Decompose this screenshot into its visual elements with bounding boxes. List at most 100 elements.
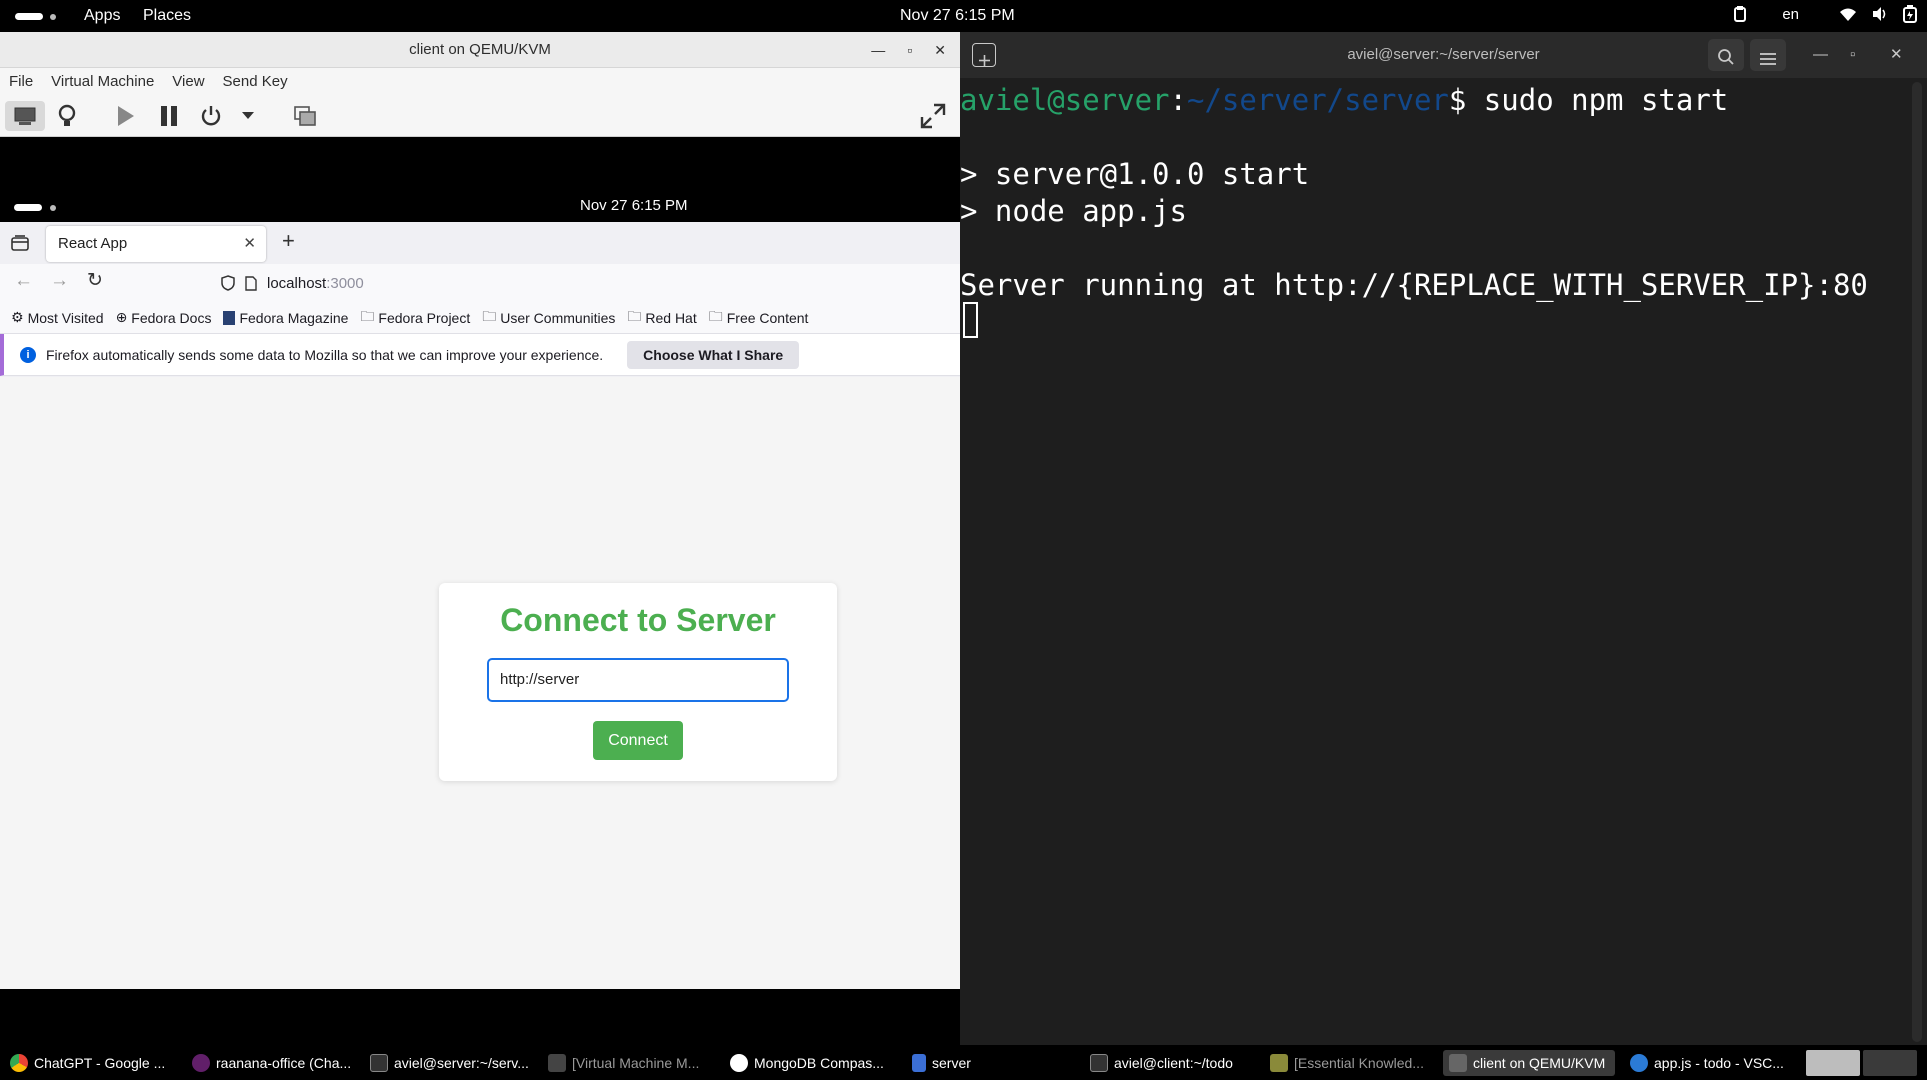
firefox-tabstrip: React App ✕ + (0, 222, 960, 264)
task-server[interactable]: server (906, 1050, 971, 1076)
clipboard-icon[interactable] (1732, 6, 1748, 22)
vm-titlebar[interactable]: client on QEMU/KVM — ▫ ✕ (0, 32, 960, 68)
task-label: aviel@client:~/todo (1114, 1055, 1233, 1071)
close-icon[interactable]: ✕ (1890, 32, 1903, 78)
maximize-icon[interactable]: ▫ (907, 32, 912, 68)
task-label: [Essential Knowled... (1294, 1055, 1424, 1071)
bookmark-fedora-magazine[interactable]: Fedora Magazine (223, 310, 348, 326)
folder-icon: 🗀 (360, 307, 375, 324)
bookmark-user-communities[interactable]: 🗀 User Communities (482, 306, 615, 330)
task-terminal-server[interactable]: aviel@server:~/serv... (364, 1050, 529, 1076)
menu-send-key[interactable]: Send Key (223, 73, 288, 90)
terminal-scrollbar[interactable] (1912, 82, 1922, 1042)
firefox-window: React App ✕ + ← → ↻ localhost:3000 ⚙ Most… (0, 222, 960, 989)
terminal-output[interactable]: aviel@server:~/server/server$ sudo npm s… (960, 82, 1868, 304)
task-label: [Virtual Machine M... (572, 1055, 700, 1071)
terminal-cursor (963, 302, 978, 338)
gear-icon: ⚙ (11, 309, 24, 325)
forward-icon[interactable]: → (50, 270, 69, 292)
firefox-view-icon[interactable] (11, 235, 29, 251)
task-notes[interactable]: [Essential Knowled... (1264, 1050, 1424, 1076)
task-vscode[interactable]: app.js - todo - VSC... (1624, 1050, 1784, 1076)
details-view-button[interactable] (52, 101, 82, 131)
virt-manager-icon (1449, 1054, 1467, 1072)
url-bar[interactable]: localhost:3000 (215, 268, 955, 298)
choose-what-i-share-button[interactable]: Choose What I Share (627, 340, 800, 369)
apps-menu[interactable]: Apps (84, 7, 120, 25)
fullscreen-button[interactable] (918, 101, 948, 131)
connect-card: Connect to Server http://server Connect (439, 583, 837, 781)
guest-activities-indicator[interactable] (14, 204, 42, 211)
shield-icon[interactable] (221, 275, 235, 291)
bookmark-label: Red Hat (645, 309, 697, 326)
bookmark-red-hat[interactable]: 🗀 Red Hat (627, 306, 696, 330)
bookmarks-toolbar: ⚙ Most Visited ⊕ Fedora Docs Fedora Magazi… (0, 302, 960, 334)
task-virt-manager[interactable]: [Virtual Machine M... (542, 1050, 699, 1076)
search-button[interactable] (1708, 39, 1744, 71)
guest-top-bar: Nov 27 6:15 PM (0, 138, 960, 222)
maximize-icon[interactable]: ▫ (1850, 32, 1855, 78)
system-tray[interactable]: en (1732, 5, 1917, 23)
guest-display[interactable]: Nov 27 6:15 PM React App ✕ + ← → ↻ local… (0, 138, 960, 1045)
server-url-input[interactable]: http://server (487, 658, 789, 702)
menu-file[interactable]: File (9, 73, 33, 90)
shutdown-menu-button[interactable] (238, 101, 258, 131)
language-indicator[interactable]: en (1782, 6, 1799, 23)
volume-icon[interactable] (1871, 6, 1889, 22)
clock[interactable]: Nov 27 6:15 PM (900, 7, 1015, 25)
bookmark-fedora-docs[interactable]: ⊕ Fedora Docs (116, 309, 212, 326)
lightbulb-icon (58, 104, 76, 126)
guest-clock[interactable]: Nov 27 6:15 PM (580, 197, 688, 214)
bookmark-most-visited[interactable]: ⚙ Most Visited (11, 309, 104, 326)
magazine-icon (223, 310, 236, 325)
guest-workspace-dot (50, 205, 56, 211)
bookmark-fedora-project[interactable]: 🗀 Fedora Project (360, 306, 470, 330)
console-view-button[interactable] (5, 101, 45, 131)
reload-icon[interactable]: ↻ (87, 269, 103, 292)
snapshots-button[interactable] (290, 101, 320, 131)
document-icon (912, 1054, 926, 1072)
connect-button[interactable]: Connect (593, 721, 683, 760)
new-tab-icon[interactable]: + (282, 228, 295, 254)
menu-button[interactable] (1750, 39, 1786, 71)
terminal-prompt-line: aviel@server:~/server/server$ sudo npm s… (960, 83, 1729, 117)
url-text: localhost:3000 (267, 275, 364, 292)
workspace-1[interactable] (1806, 1050, 1860, 1076)
wifi-icon[interactable] (1839, 6, 1857, 22)
task-mongodb[interactable]: MongoDB Compas... (724, 1050, 884, 1076)
task-label: ChatGPT - Google ... (34, 1055, 166, 1071)
battery-icon[interactable] (1903, 5, 1917, 23)
minimize-icon[interactable]: — (871, 32, 885, 68)
run-button[interactable] (110, 101, 140, 131)
activities-indicator[interactable] (15, 13, 43, 20)
tab-close-icon[interactable]: ✕ (243, 226, 256, 262)
page-title: Connect to Server (500, 602, 776, 638)
bookmark-label: Fedora Project (378, 309, 471, 326)
bookmark-free-content[interactable]: 🗀 Free Content (709, 306, 809, 330)
bookmark-label: Most Visited (27, 309, 104, 326)
task-terminal-client[interactable]: aviel@client:~/todo (1084, 1050, 1233, 1076)
new-tab-button[interactable] (972, 43, 996, 67)
vscode-icon (1630, 1054, 1648, 1072)
places-menu[interactable]: Places (143, 7, 191, 25)
power-icon (201, 106, 221, 126)
close-icon[interactable]: ✕ (934, 32, 946, 68)
minimize-icon[interactable]: — (1813, 32, 1828, 78)
vm-window: client on QEMU/KVM — ▫ ✕ File Virtual Ma… (0, 32, 960, 1045)
task-slack[interactable]: raanana-office (Cha... (186, 1050, 351, 1076)
terminal-headerbar[interactable]: aviel@server:~/server/server — ▫ ✕ (960, 32, 1927, 78)
task-label: MongoDB Compas... (754, 1055, 884, 1071)
pause-button[interactable] (154, 101, 184, 131)
shutdown-button[interactable] (196, 101, 226, 131)
bookmark-label: Free Content (726, 309, 809, 326)
back-icon[interactable]: ← (14, 270, 33, 292)
workspace-switcher[interactable] (1806, 1050, 1917, 1076)
menu-view[interactable]: View (172, 73, 204, 90)
task-chatgpt[interactable]: ChatGPT - Google ... (4, 1050, 165, 1076)
workspace-2[interactable] (1863, 1050, 1917, 1076)
vm-toolbar (0, 95, 960, 137)
menu-virtual-machine[interactable]: Virtual Machine (51, 73, 154, 90)
tab-react-app[interactable]: React App ✕ (46, 226, 266, 262)
task-vm-client[interactable]: client on QEMU/KVM (1443, 1050, 1615, 1076)
terminal-line: Server running at http://{REPLACE_WITH_S… (960, 268, 1868, 302)
